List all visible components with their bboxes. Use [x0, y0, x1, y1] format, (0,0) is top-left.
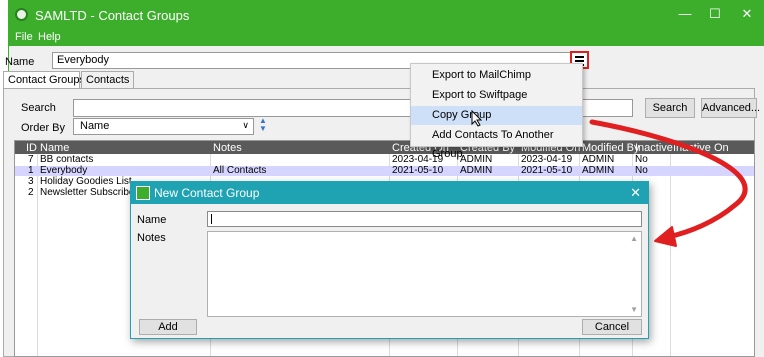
menu-item-add-contacts-to-group[interactable]: Add Contacts To Another Group	[411, 126, 582, 160]
cancel-button[interactable]: Cancel	[582, 319, 642, 335]
tab-contact-groups[interactable]: Contact Groups	[3, 71, 85, 89]
menu-file[interactable]: File	[15, 31, 33, 43]
mouse-pointer-icon	[471, 110, 483, 127]
tab-contacts[interactable]: Contacts	[81, 71, 134, 89]
col-inactive[interactable]: Inactive	[635, 142, 673, 154]
table-header: ID Name Notes Created On Created By Modi…	[15, 141, 754, 154]
menu-item-export-mailchimp[interactable]: Export to MailChimp	[411, 66, 582, 85]
dialog-title-bar: New Contact Group ✕	[131, 182, 648, 204]
text-cursor	[211, 214, 212, 224]
col-notes[interactable]: Notes	[213, 142, 242, 154]
hamburger-icon	[575, 56, 584, 58]
order-by-value: Name	[80, 120, 110, 132]
dialog-app-icon	[136, 186, 150, 200]
minimize-button[interactable]: —	[675, 6, 695, 21]
name-label: Name	[5, 56, 35, 68]
table-row[interactable]: 7 BB contacts 2023-04-19 ADMIN 2023-04-1…	[15, 154, 754, 165]
col-modified-by[interactable]: Modified By	[582, 142, 639, 154]
search-label: Search	[21, 102, 56, 114]
window-title: SAMLTD - Contact Groups	[35, 8, 190, 23]
col-inactive-on[interactable]: Inactive On	[673, 142, 729, 154]
menu-help[interactable]: Help	[38, 31, 61, 43]
dialog-name-field[interactable]	[207, 211, 642, 227]
table-row-selected[interactable]: 1 Everybody All Contacts 2021-05-10 ADMI…	[15, 165, 754, 176]
order-by-select[interactable]: Name ∨	[73, 118, 254, 135]
menu-item-export-swiftpage[interactable]: Export to Swiftpage	[411, 86, 582, 105]
advanced-button[interactable]: Advanced...	[701, 98, 760, 118]
menu-item-copy-group[interactable]: Copy Group	[411, 106, 582, 125]
search-button[interactable]: Search	[645, 98, 695, 118]
maximize-button[interactable]: ☐	[705, 6, 725, 22]
context-menu: Export to MailChimp Export to Swiftpage …	[410, 63, 583, 160]
new-contact-group-dialog: New Contact Group ✕ Name Notes ▲ ▼ Add C…	[130, 181, 649, 339]
dialog-notes-label: Notes	[137, 232, 166, 244]
order-by-label: Order By	[21, 122, 66, 134]
app-icon	[15, 8, 28, 21]
dialog-title: New Contact Group	[154, 186, 260, 200]
chevron-down-icon: ∨	[242, 120, 249, 130]
add-button[interactable]: Add	[139, 319, 197, 335]
scroll-up-icon[interactable]: ▲	[630, 234, 638, 243]
scroll-down-icon[interactable]: ▼	[630, 305, 638, 314]
dialog-name-label: Name	[137, 214, 167, 226]
title-bar: SAMLTD - Contact Groups — ☐ ✕	[9, 0, 764, 30]
dialog-notes-field[interactable]: ▲ ▼	[207, 231, 642, 317]
close-button[interactable]: ✕	[737, 6, 757, 22]
col-name[interactable]: Name	[40, 142, 69, 154]
dialog-close-button[interactable]: ✕	[630, 185, 641, 201]
menu-bar: File Help	[9, 30, 764, 46]
sort-direction-icon[interactable]: ▲ ▼	[259, 117, 267, 133]
col-id[interactable]: ID	[26, 142, 37, 154]
